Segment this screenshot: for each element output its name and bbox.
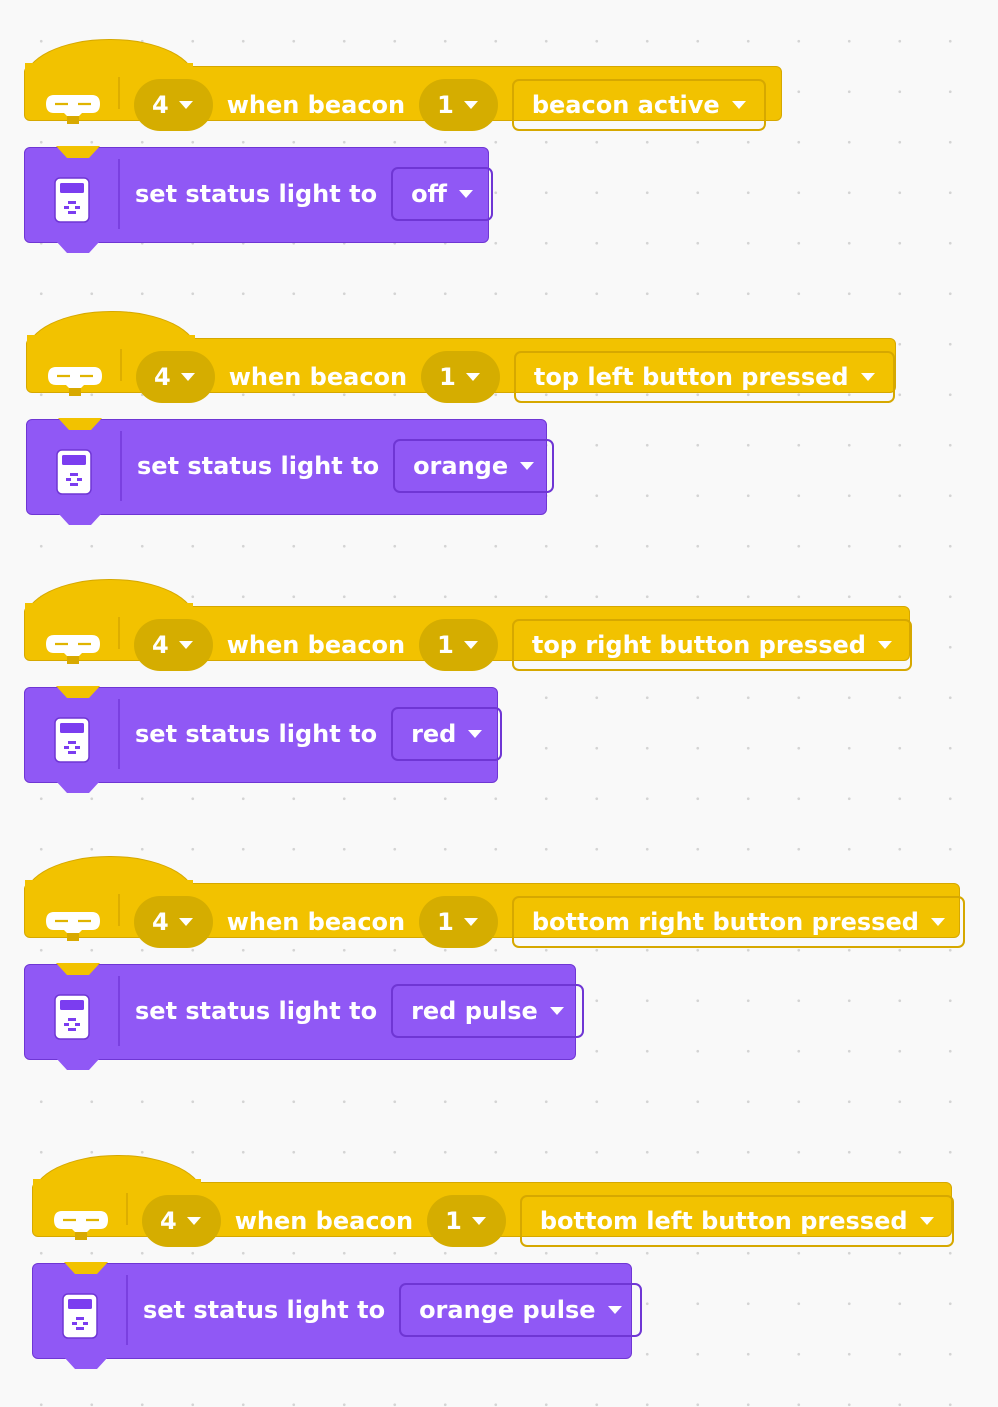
script-stack-1[interactable]: 4 when beacon 1 beacon active set status… [24,39,784,259]
beacon-icon [46,95,100,124]
when-beacon-label: when beacon [226,91,406,119]
caret-down-icon [731,101,746,109]
caret-down-icon [178,101,193,109]
set-status-light-block[interactable]: set status light to red pulse [24,963,584,1070]
caret-down-icon [459,190,473,198]
caret-down-icon [463,918,478,926]
hub-number-dropdown[interactable]: 4 [134,619,213,671]
beacon-event-dropdown[interactable]: beacon active [511,79,766,131]
caret-down-icon [178,641,193,649]
when-beacon-label: when beacon [228,363,408,391]
beacon-event-dropdown[interactable]: top right button pressed [511,619,912,671]
hub-number-dropdown[interactable]: 4 [134,896,213,948]
beacon-icon [46,635,100,664]
hub-status-light-icon [54,177,90,223]
caret-down-icon [919,1217,934,1225]
beacon-number-dropdown[interactable]: 1 [427,1195,506,1247]
caret-down-icon [186,1217,201,1225]
caret-down-icon [860,373,875,381]
beacon-number-dropdown[interactable]: 1 [419,79,498,131]
caret-down-icon [463,641,478,649]
light-color-dropdown[interactable]: orange pulse [399,1283,642,1337]
script-stack-4[interactable]: 4 when beacon 1 bottom right button pres… [24,856,965,1076]
set-status-light-block[interactable]: set status light to off [24,146,493,253]
beacon-event-dropdown[interactable]: top left button pressed [513,351,895,403]
caret-down-icon [178,918,193,926]
when-beacon-hat-block[interactable]: 4 when beacon 1 top left button pressed [26,311,896,403]
hub-number-dropdown[interactable]: 4 [142,1195,221,1247]
when-beacon-hat-block[interactable]: 4 when beacon 1 bottom right button pres… [24,856,965,948]
when-beacon-hat-block[interactable]: 4 when beacon 1 bottom left button press… [32,1155,954,1247]
caret-down-icon [463,101,478,109]
caret-down-icon [468,730,483,738]
beacon-icon [54,1211,108,1240]
caret-down-icon [471,1217,486,1225]
hub-number-dropdown[interactable]: 4 [134,79,213,131]
hat-row: 4 when beacon 1 beacon active [134,79,766,131]
hub-status-light-icon [54,994,90,1040]
caret-down-icon [520,462,535,470]
hub-status-light-icon [62,1293,98,1339]
hub-number-dropdown[interactable]: 4 [136,351,215,403]
set-status-light-label: set status light to [135,720,378,748]
set-status-light-label: set status light to [137,452,380,480]
light-color-dropdown[interactable]: orange [393,439,555,493]
caret-down-icon [607,1306,622,1314]
when-beacon-hat-block[interactable]: 4 when beacon 1 beacon active [24,39,782,131]
script-stack-3[interactable]: 4 when beacon 1 top right button pressed… [24,579,912,799]
hub-status-light-icon [54,717,90,763]
hub-status-light-icon [56,449,92,495]
when-beacon-label: when beacon [234,1207,414,1235]
beacon-number-dropdown[interactable]: 1 [419,896,498,948]
caret-down-icon [930,918,945,926]
light-color-dropdown[interactable]: red pulse [391,984,584,1038]
when-beacon-label: when beacon [226,631,406,659]
light-color-dropdown[interactable]: off [391,167,493,221]
caret-down-icon [549,1007,564,1015]
beacon-event-dropdown[interactable]: bottom right button pressed [511,896,965,948]
beacon-event-dropdown[interactable]: bottom left button pressed [519,1195,954,1247]
beacon-number-dropdown[interactable]: 1 [419,619,498,671]
caret-down-icon [180,373,195,381]
caret-down-icon [465,373,480,381]
script-stack-5[interactable]: 4 when beacon 1 bottom left button press… [32,1155,954,1375]
light-color-dropdown[interactable]: red [391,707,503,761]
set-status-light-block[interactable]: set status light to red [24,686,503,793]
caret-down-icon [877,641,892,649]
when-beacon-label: when beacon [226,908,406,936]
beacon-number-dropdown[interactable]: 1 [421,351,500,403]
set-status-light-label: set status light to [135,997,378,1025]
beacon-icon [48,367,102,396]
set-status-light-label: set status light to [135,180,378,208]
set-status-light-label: set status light to [143,1296,386,1324]
set-status-light-block[interactable]: set status light to orange [26,418,555,525]
beacon-icon [46,912,100,941]
set-status-light-block[interactable]: set status light to orange pulse [32,1262,642,1369]
script-stack-2[interactable]: 4 when beacon 1 top left button pressed … [26,311,898,531]
when-beacon-hat-block[interactable]: 4 when beacon 1 top right button pressed [24,579,912,671]
